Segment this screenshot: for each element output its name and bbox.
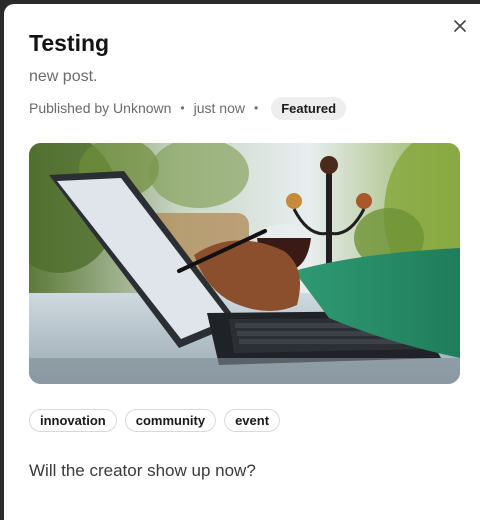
tag-list: innovation community event [29,409,281,432]
author-text: Published by Unknown [29,100,172,116]
post-meta: Published by Unknown • just now • Featur… [29,96,347,120]
laptop-photo [29,143,460,384]
post-subtitle: new post. [29,68,98,85]
close-icon [454,20,466,32]
timestamp: just now [193,100,245,116]
meta-separator: • [253,101,259,115]
tag-community[interactable]: community [124,409,217,432]
post-title: Testing [29,30,110,56]
featured-badge: Featured [271,96,347,120]
tag-innovation[interactable]: innovation [29,409,117,432]
post-body: Will the creator show up now? [29,461,256,480]
post-image [29,143,460,384]
meta-separator: • [180,101,185,115]
tag-event[interactable]: event [224,409,281,432]
post-modal: Testing new post. Published by Unknown •… [4,4,480,520]
close-button[interactable] [448,14,472,38]
